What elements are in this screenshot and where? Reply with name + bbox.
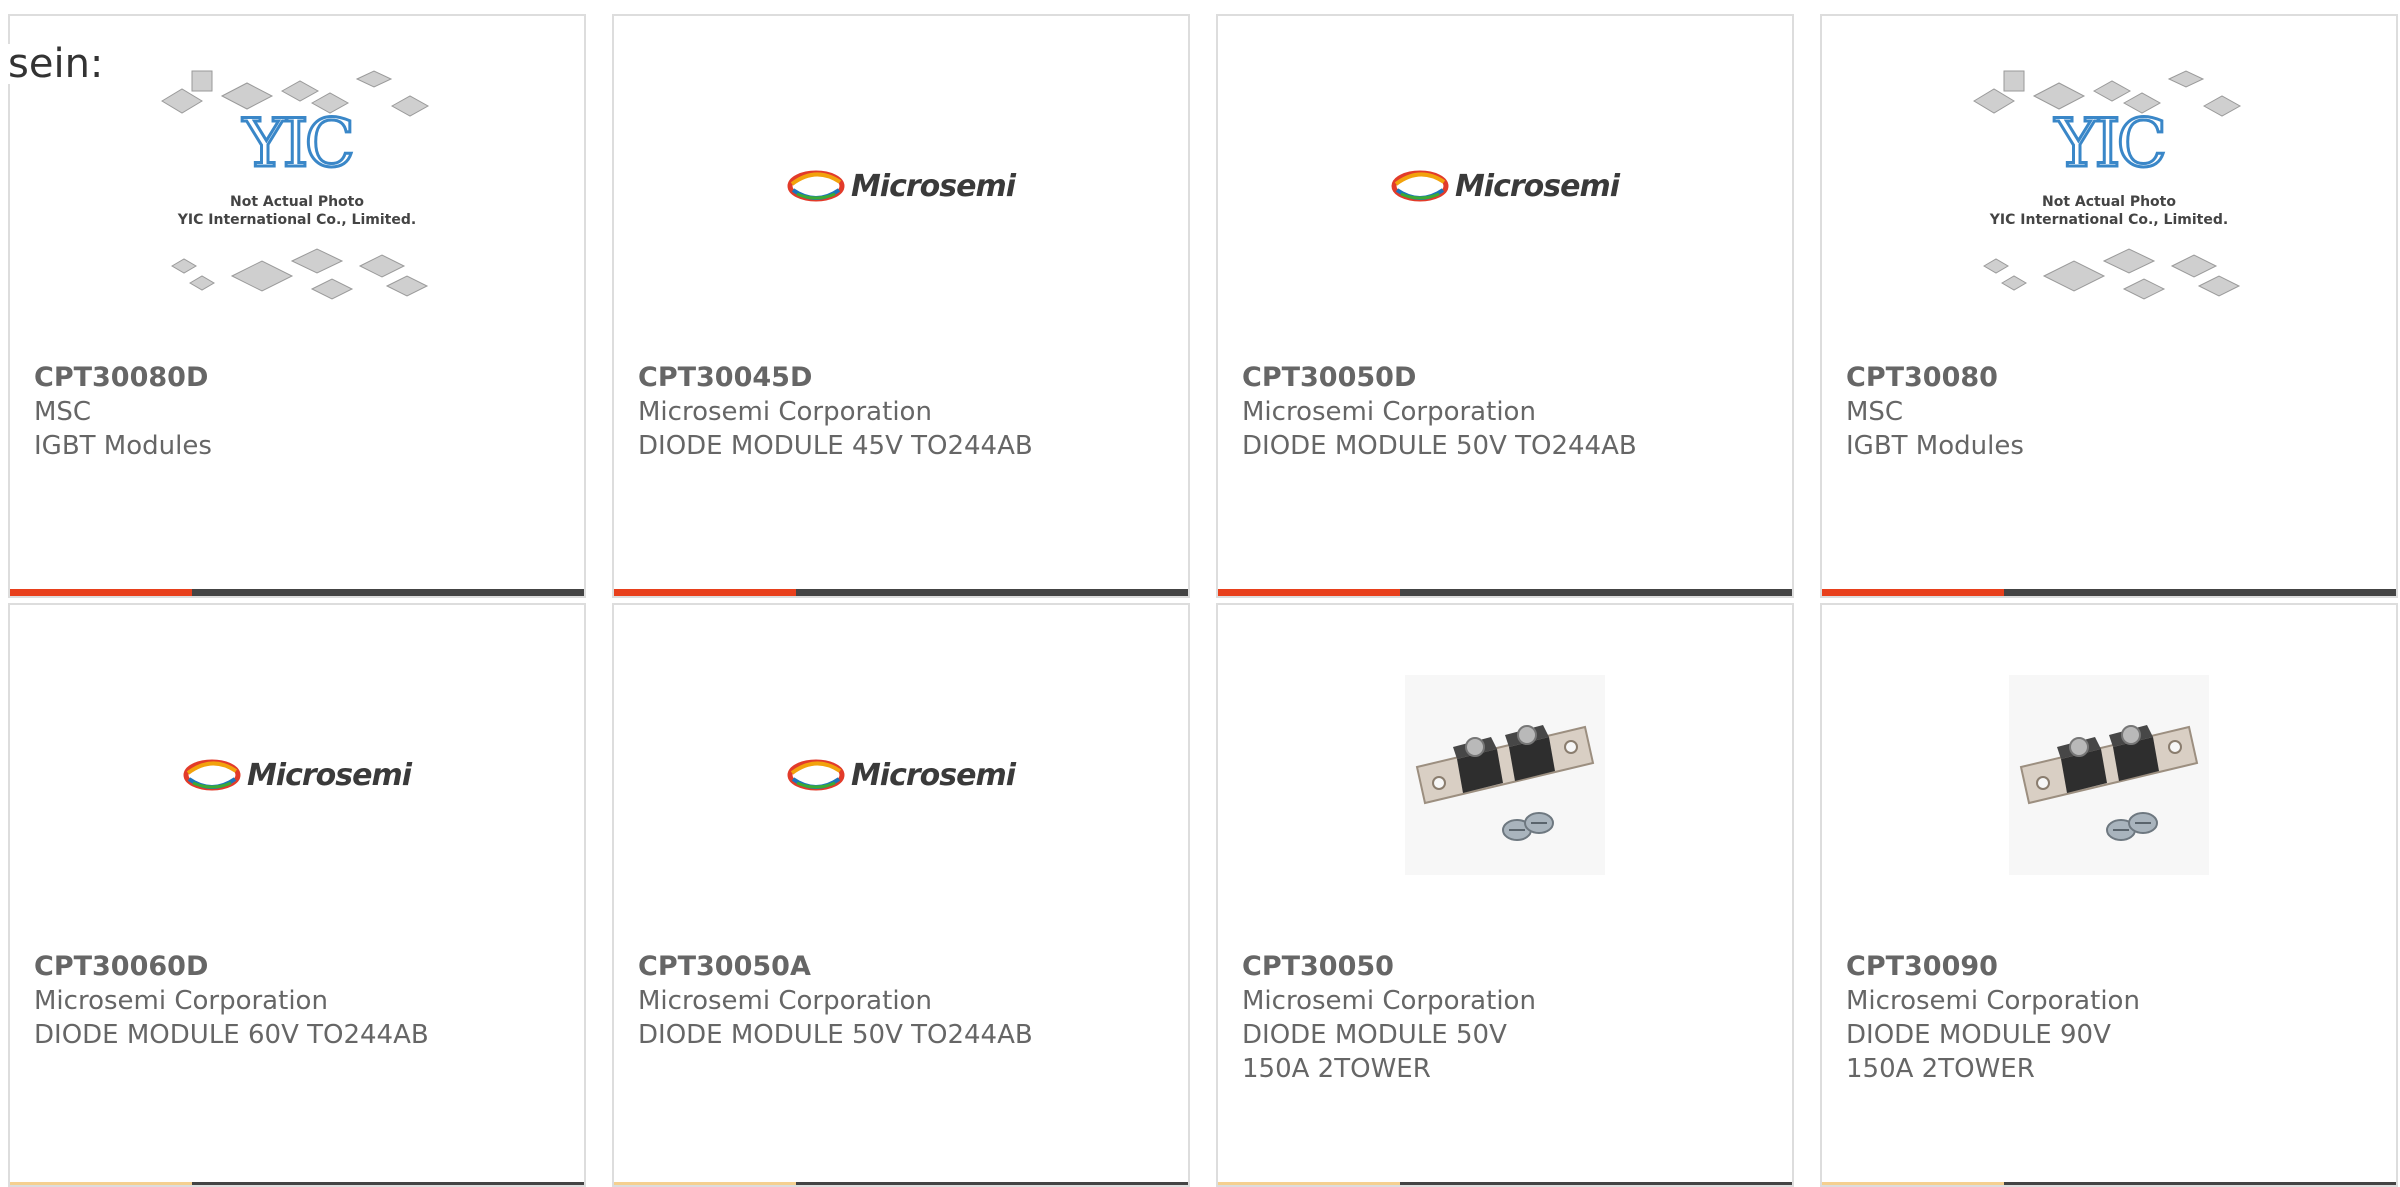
product-image[interactable]: Microsemi: [1218, 16, 1792, 356]
manufacturer: Microsemi Corporation: [1242, 397, 1536, 427]
product-info: CPT30045D Microsemi Corporation DIODE MO…: [638, 361, 1172, 463]
product-image[interactable]: YIC Not Actual Photo YIC International C…: [1822, 16, 2396, 356]
card-accent-bar: [1218, 1182, 1792, 1185]
microsemi-logo-icon: Microsemi: [787, 757, 1016, 793]
placeholder-line1: Not Actual Photo: [230, 194, 364, 210]
microsemi-logo-text: Microsemi: [1454, 168, 1620, 204]
product-info: CPT30060D Microsemi Corporation DIODE MO…: [34, 950, 568, 1052]
product-card[interactable]: Microsemi CPT30050D Microsemi Corporatio…: [1216, 14, 1794, 598]
product-card[interactable]: Microsemi CPT30045D Microsemi Corporatio…: [612, 14, 1190, 598]
product-info: CPT30050D Microsemi Corporation DIODE MO…: [1242, 361, 1776, 463]
microsemi-logo-icon: Microsemi: [787, 168, 1016, 204]
microsemi-logo-icon: Microsemi: [183, 757, 412, 793]
manufacturer: Microsemi Corporation: [1846, 986, 2140, 1016]
manufacturer: MSC: [34, 397, 92, 427]
product-info: CPT30080 MSC IGBT Modules: [1846, 361, 2380, 463]
placeholder-line2: YIC International Co., Limited.: [1989, 212, 2229, 228]
product-card[interactable]: YIC Not Actual Photo YIC International C…: [1820, 14, 2398, 598]
product-info: CPT30080D MSC IGBT Modules: [34, 361, 568, 463]
product-image[interactable]: [1218, 605, 1792, 945]
part-number[interactable]: CPT30090: [1846, 950, 2380, 984]
part-number[interactable]: CPT30060D: [34, 950, 568, 984]
manufacturer: Microsemi Corporation: [1242, 986, 1536, 1016]
placeholder-line1: Not Actual Photo: [2042, 194, 2176, 210]
manufacturer: Microsemi Corporation: [638, 986, 932, 1016]
yic-logo-mark: YIC: [2053, 105, 2168, 182]
product-image[interactable]: Microsemi: [10, 605, 584, 945]
placeholder-caption: Not Actual Photo YIC International Co., …: [152, 193, 442, 229]
card-accent-bar: [1822, 1182, 2396, 1185]
product-card[interactable]: CPT30050 Microsemi Corporation DIODE MOD…: [1216, 603, 1794, 1187]
card-accent-bar: [10, 1182, 584, 1185]
card-accent-bar: [614, 589, 1188, 596]
diode-module-photo: [1405, 675, 1605, 875]
yic-placeholder-image: YIC Not Actual Photo YIC International C…: [1964, 61, 2254, 311]
description: DIODE MODULE 50V TO244AB: [638, 1020, 1033, 1050]
placeholder-caption: Not Actual Photo YIC International Co., …: [1964, 193, 2254, 229]
card-accent-bar: [10, 589, 584, 596]
description: DIODE MODULE 50V TO244AB: [1242, 431, 1637, 461]
product-info: CPT30050 Microsemi Corporation DIODE MOD…: [1242, 950, 1776, 1086]
microsemi-logo-icon: Microsemi: [1391, 168, 1620, 204]
product-card[interactable]: YIC Not Actual Photo YIC International C…: [8, 14, 586, 598]
diode-module-photo: [2009, 675, 2209, 875]
intro-text: sein:: [8, 44, 110, 84]
card-accent-bar: [1218, 589, 1792, 596]
description: DIODE MODULE 45V TO244AB: [638, 431, 1033, 461]
microsemi-logo-text: Microsemi: [246, 757, 412, 793]
part-number[interactable]: CPT30050A: [638, 950, 1172, 984]
microsemi-logo-text: Microsemi: [850, 757, 1016, 793]
product-info: CPT30050A Microsemi Corporation DIODE MO…: [638, 950, 1172, 1052]
yic-placeholder-image: YIC Not Actual Photo YIC International C…: [152, 61, 442, 311]
manufacturer: Microsemi Corporation: [638, 397, 932, 427]
description: IGBT Modules: [1846, 431, 2024, 461]
description: IGBT Modules: [34, 431, 212, 461]
description: DIODE MODULE 90V 150A 2TOWER: [1846, 1020, 2111, 1084]
product-card[interactable]: Microsemi CPT30050A Microsemi Corporatio…: [612, 603, 1190, 1187]
product-card[interactable]: CPT30090 Microsemi Corporation DIODE MOD…: [1820, 603, 2398, 1187]
microsemi-logo-text: Microsemi: [850, 168, 1016, 204]
product-card[interactable]: Microsemi CPT30060D Microsemi Corporatio…: [8, 603, 586, 1187]
card-accent-bar: [614, 1182, 1188, 1185]
manufacturer: MSC: [1846, 397, 1904, 427]
product-image[interactable]: Microsemi: [614, 16, 1188, 356]
part-number[interactable]: CPT30080: [1846, 361, 2380, 395]
part-number[interactable]: CPT30045D: [638, 361, 1172, 395]
placeholder-line2: YIC International Co., Limited.: [177, 212, 417, 228]
card-accent-bar: [1822, 589, 2396, 596]
description: DIODE MODULE 50V 150A 2TOWER: [1242, 1020, 1507, 1084]
part-number[interactable]: CPT30050: [1242, 950, 1776, 984]
product-image[interactable]: Microsemi: [614, 605, 1188, 945]
description: DIODE MODULE 60V TO244AB: [34, 1020, 429, 1050]
manufacturer: Microsemi Corporation: [34, 986, 328, 1016]
product-image[interactable]: [1822, 605, 2396, 945]
yic-logo-mark: YIC: [241, 105, 356, 182]
product-info: CPT30090 Microsemi Corporation DIODE MOD…: [1846, 950, 2380, 1086]
part-number[interactable]: CPT30080D: [34, 361, 568, 395]
part-number[interactable]: CPT30050D: [1242, 361, 1776, 395]
